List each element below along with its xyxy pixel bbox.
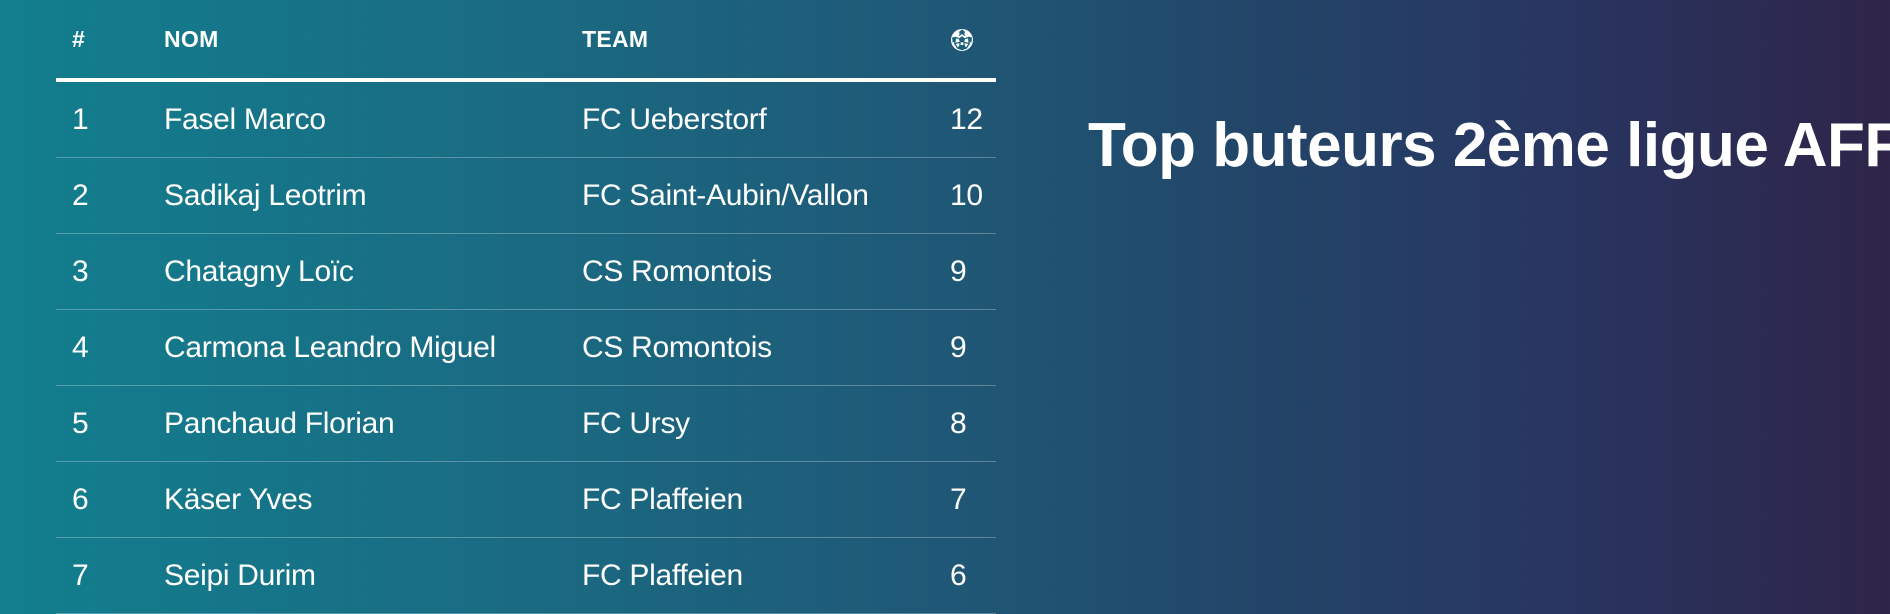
header-row: # NOM TEAM — [56, 0, 996, 82]
rank-cell: 7 — [56, 537, 164, 614]
table-row: 6 Käser Yves FC Plaffeien 7 — [56, 461, 996, 538]
goals-cell: 9 — [950, 309, 996, 386]
header-team: TEAM — [582, 0, 950, 82]
player-name-cell: Carmona Leandro Miguel — [164, 309, 582, 386]
rank-cell: 3 — [56, 233, 164, 310]
soccer-ball-icon — [951, 29, 973, 52]
rank-cell: 1 — [56, 80, 164, 158]
page-title: Top buteurs 2ème ligue AFF — [1088, 111, 1890, 180]
goals-cell: 9 — [950, 233, 996, 310]
table-row: 4 Carmona Leandro Miguel CS Romontois 9 — [56, 309, 996, 386]
table-row: 5 Panchaud Florian FC Ursy 8 — [56, 385, 996, 462]
goals-cell: 8 — [950, 385, 996, 462]
top-scorers-table-container: # NOM TEAM 1 Fasel Marco FC Ueberstorf 1… — [56, 0, 996, 614]
header-goals — [950, 0, 996, 82]
rank-cell: 4 — [56, 309, 164, 386]
player-name-cell: Seipi Durim — [164, 537, 582, 614]
team-cell: FC Saint-Aubin/Vallon — [582, 157, 950, 234]
header-name: NOM — [164, 0, 582, 82]
goals-cell: 6 — [950, 537, 996, 614]
team-cell: CS Romontois — [582, 309, 950, 386]
team-cell: FC Ursy — [582, 385, 950, 462]
goals-cell: 7 — [950, 461, 996, 538]
rank-cell: 5 — [56, 385, 164, 462]
player-name-cell: Fasel Marco — [164, 80, 582, 158]
table-body: 1 Fasel Marco FC Ueberstorf 12 2 Sadikaj… — [56, 80, 996, 614]
team-cell: FC Plaffeien — [582, 461, 950, 538]
table-header: # NOM TEAM — [56, 0, 996, 82]
rank-cell: 6 — [56, 461, 164, 538]
table-row: 7 Seipi Durim FC Plaffeien 6 — [56, 537, 996, 614]
table-row: 2 Sadikaj Leotrim FC Saint-Aubin/Vallon … — [56, 157, 996, 234]
player-name-cell: Käser Yves — [164, 461, 582, 538]
player-name-cell: Sadikaj Leotrim — [164, 157, 582, 234]
team-cell: FC Ueberstorf — [582, 80, 950, 158]
goals-cell: 12 — [950, 80, 996, 158]
player-name-cell: Chatagny Loïc — [164, 233, 582, 310]
team-cell: CS Romontois — [582, 233, 950, 310]
table-row: 3 Chatagny Loïc CS Romontois 9 — [56, 233, 996, 310]
team-cell: FC Plaffeien — [582, 537, 950, 614]
header-rank: # — [56, 0, 164, 82]
rank-cell: 2 — [56, 157, 164, 234]
table-row: 1 Fasel Marco FC Ueberstorf 12 — [56, 80, 996, 158]
player-name-cell: Panchaud Florian — [164, 385, 582, 462]
goals-cell: 10 — [950, 157, 996, 234]
top-scorers-table: # NOM TEAM 1 Fasel Marco FC Ueberstorf 1… — [56, 0, 996, 614]
